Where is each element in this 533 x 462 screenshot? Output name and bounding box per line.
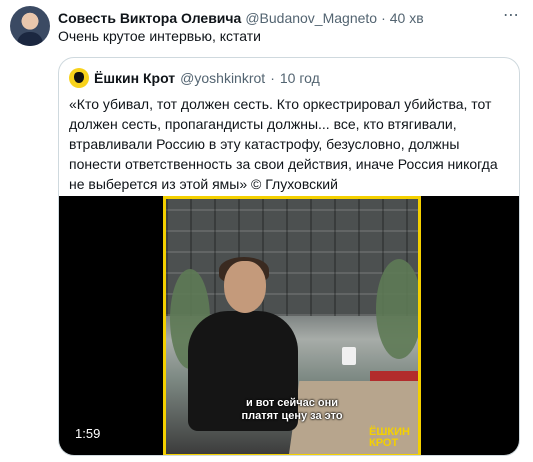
video-subtitles: и вот сейчас они платят цену за это xyxy=(166,397,418,423)
separator-dot: · xyxy=(381,10,386,26)
quoted-timestamp: 10 год xyxy=(279,70,320,86)
quoted-header: Ёшкин Крот @yoshkinkrot · 10 год xyxy=(69,68,320,88)
video-duration: 1:59 xyxy=(75,426,101,441)
channel-watermark: ЁШКИН КРОТ xyxy=(369,427,410,449)
subtitle-line: платят цену за это xyxy=(241,410,343,422)
tweet-text: Очень крутое интервью, кстати xyxy=(58,28,261,44)
tweet-header: Совесть Виктора Олевича @Budanov_Magneto… xyxy=(58,8,503,28)
cup xyxy=(342,347,356,365)
video-frame: и вот сейчас они платят цену за это ЁШКИ… xyxy=(163,196,421,455)
more-icon[interactable]: ⋯ xyxy=(501,6,521,26)
subtitle-line: и вот сейчас они xyxy=(245,397,339,409)
quoted-text: «Кто убивал, тот должен сесть. Кто оркес… xyxy=(69,96,498,192)
plant xyxy=(376,259,418,359)
quoted-author-name: Ёшкин Крот xyxy=(94,70,176,86)
tweet-timestamp[interactable]: 40 хв xyxy=(390,10,424,26)
quoted-author-handle: @yoshkinkrot xyxy=(180,70,266,86)
video-player[interactable]: и вот сейчас они платят цену за это ЁШКИ… xyxy=(59,196,519,455)
author-name[interactable]: Совесть Виктора Олевича xyxy=(58,10,241,26)
quoted-tweet[interactable]: Ёшкин Крот @yoshkinkrot · 10 год «Кто уб… xyxy=(58,57,520,456)
watermark-line: КРОТ xyxy=(369,437,399,449)
separator-dot: · xyxy=(270,70,275,86)
mole-logo-icon xyxy=(69,68,89,88)
author-handle[interactable]: @Budanov_Magneto xyxy=(245,10,377,26)
book xyxy=(370,371,418,381)
author-avatar[interactable] xyxy=(10,6,50,46)
